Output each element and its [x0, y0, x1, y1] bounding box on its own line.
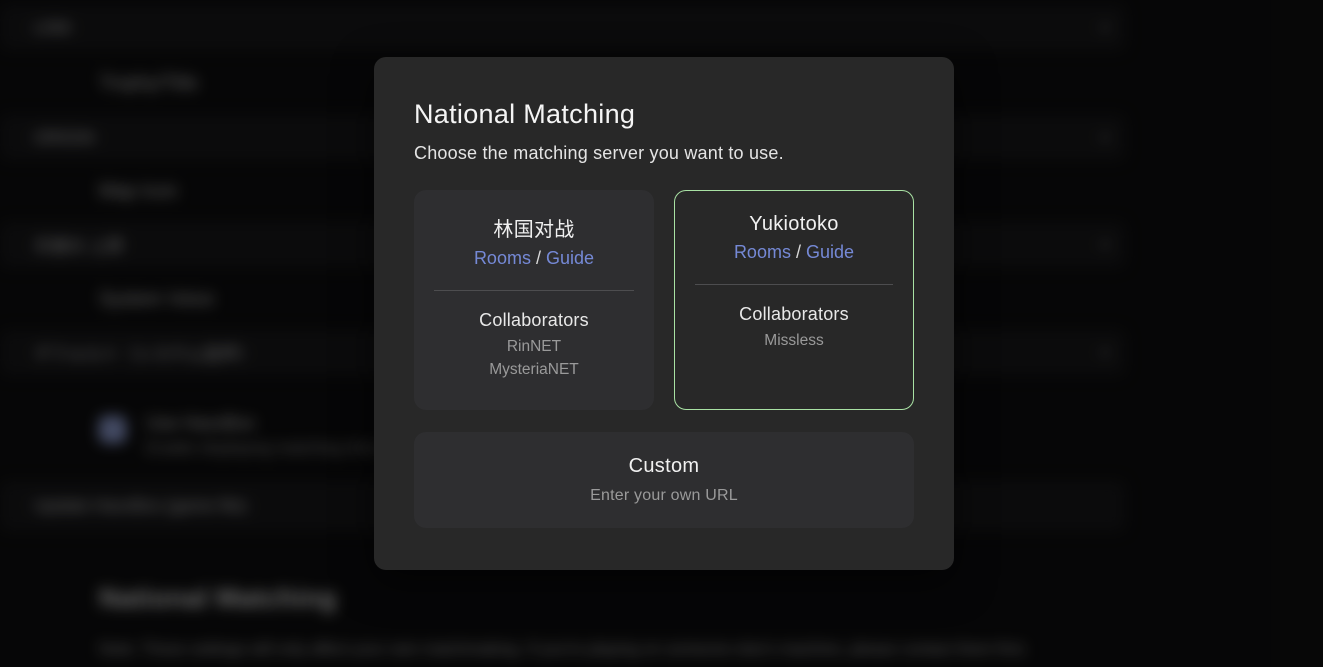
rooms-link[interactable]: Rooms	[474, 248, 531, 268]
card-divider	[695, 284, 893, 285]
server-card-linguoduizhan[interactable]: 林国对战 Rooms / Guide Collaborators RinNET …	[414, 190, 654, 410]
guide-link[interactable]: Guide	[806, 242, 854, 262]
custom-card-subtitle: Enter your own URL	[414, 487, 914, 505]
modal-subtitle: Choose the matching server you want to u…	[414, 143, 914, 164]
server-cards: 林国对战 Rooms / Guide Collaborators RinNET …	[414, 190, 914, 410]
collaborator-name: Missless	[675, 332, 913, 350]
collaborators-label: Collaborators	[675, 304, 913, 325]
modal-title: National Matching	[414, 99, 914, 130]
guide-link[interactable]: Guide	[546, 248, 594, 268]
card-divider	[434, 290, 633, 291]
server-name: 林国对战	[414, 213, 654, 242]
server-links: Rooms / Guide	[414, 248, 654, 269]
server-card-yukiotoko[interactable]: Yukiotoko Rooms / Guide Collaborators Mi…	[674, 190, 914, 410]
collaborator-name: RinNET	[414, 338, 654, 356]
link-separator: /	[536, 248, 541, 268]
server-links: Rooms / Guide	[675, 242, 913, 263]
link-separator: /	[796, 242, 801, 262]
custom-card-title: Custom	[414, 455, 914, 478]
collaborator-name: MysteriaNET	[414, 361, 654, 379]
national-matching-modal: National Matching Choose the matching se…	[374, 57, 954, 570]
custom-server-card[interactable]: Custom Enter your own URL	[414, 432, 914, 528]
collaborators-label: Collaborators	[414, 310, 654, 331]
rooms-link[interactable]: Rooms	[734, 242, 791, 262]
server-name: Yukiotoko	[675, 213, 913, 236]
